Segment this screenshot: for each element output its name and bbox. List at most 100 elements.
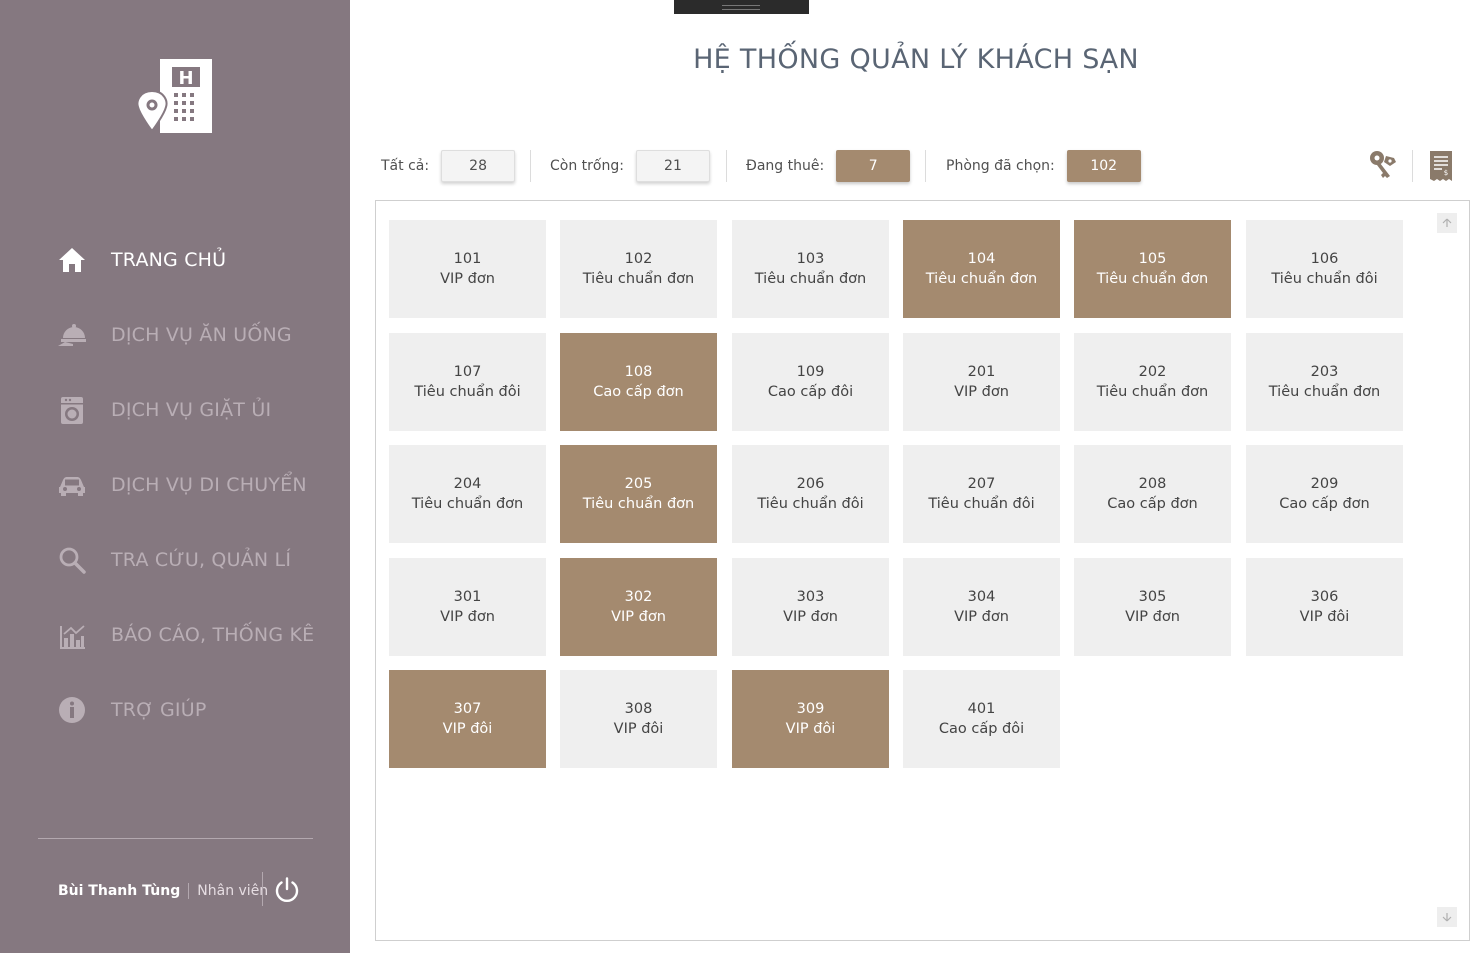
room-tile[interactable]: 206 Tiêu chuẩn đôi	[732, 445, 889, 543]
room-number: 401	[967, 701, 996, 717]
room-number: 207	[967, 476, 996, 492]
room-number: 103	[796, 251, 825, 267]
user-role: Nhân viên	[197, 883, 269, 899]
room-number: 205	[624, 476, 653, 492]
nav-transport-service[interactable]: DỊCH VỤ DI CHUYỂN	[55, 465, 345, 505]
room-number: 308	[624, 701, 653, 717]
nav-help[interactable]: TRỢ GIÚP	[55, 690, 345, 730]
room-type: VIP đơn	[611, 609, 666, 625]
nav-laundry-service[interactable]: DỊCH VỤ GIẶT ỦI	[55, 390, 345, 430]
room-tile[interactable]: 106 Tiêu chuẩn đôi	[1246, 220, 1403, 318]
room-tile[interactable]: 303 VIP đơn	[732, 558, 889, 656]
room-type: Cao cấp đơn	[593, 384, 684, 400]
room-tile[interactable]: 307 VIP đôi	[389, 670, 546, 768]
room-type: Cao cấp đôi	[767, 384, 854, 400]
room-tile[interactable]: 302 VIP đơn	[560, 558, 717, 656]
room-tile[interactable]: 306 VIP đôi	[1246, 558, 1403, 656]
power-icon[interactable]	[273, 876, 301, 904]
nav-search-manage[interactable]: TRA CỨU, QUẢN LÍ	[55, 540, 345, 580]
nav-food-service[interactable]: DỊCH VỤ ĂN UỐNG	[55, 315, 345, 355]
room-type: Tiêu chuẩn đơn	[925, 271, 1038, 287]
room-tile[interactable]: 205 Tiêu chuẩn đơn	[560, 445, 717, 543]
room-service-icon	[55, 318, 89, 352]
home-icon	[55, 243, 89, 277]
room-number: 109	[796, 364, 825, 380]
room-tile[interactable]: 204 Tiêu chuẩn đơn	[389, 445, 546, 543]
room-tile[interactable]: 203 Tiêu chuẩn đơn	[1246, 333, 1403, 431]
room-type: Tiêu chuẩn đơn	[1096, 384, 1209, 400]
room-number: 307	[453, 701, 482, 717]
nav-reports[interactable]: BÁO CÁO, THỐNG KÊ	[55, 615, 345, 655]
stat-total-value: 28	[441, 150, 516, 182]
room-tile[interactable]: 401 Cao cấp đôi	[903, 670, 1060, 768]
stat-total-label: Tất cả:	[381, 158, 430, 174]
room-number: 302	[624, 589, 653, 605]
stat-total: Tất cả: 28	[381, 150, 516, 182]
search-icon	[55, 543, 89, 577]
room-tile[interactable]: 304 VIP đơn	[903, 558, 1060, 656]
window-drag-handle[interactable]	[674, 0, 809, 14]
room-number: 209	[1310, 476, 1339, 492]
receipt-icon[interactable]: $	[1424, 148, 1458, 184]
room-number: 104	[967, 251, 996, 267]
room-type: VIP đôi	[785, 721, 836, 737]
nav-home-label: TRANG CHỦ	[111, 249, 227, 271]
room-tile[interactable]: 309 VIP đôi	[732, 670, 889, 768]
room-type: Tiêu chuẩn đơn	[1096, 271, 1209, 287]
room-tile[interactable]: 109 Cao cấp đôi	[732, 333, 889, 431]
toolbar-divider	[1412, 150, 1413, 182]
room-number: 107	[453, 364, 482, 380]
page-title: HỆ THỐNG QUẢN LÝ KHÁCH SẠN	[693, 44, 1139, 75]
room-number: 106	[1310, 251, 1339, 267]
nav-home[interactable]: TRANG CHỦ	[55, 240, 345, 280]
room-tile[interactable]: 105 Tiêu chuẩn đơn	[1074, 220, 1231, 318]
room-tile[interactable]: 108 Cao cấp đơn	[560, 333, 717, 431]
room-tile[interactable]: 301 VIP đơn	[389, 558, 546, 656]
nav-reports-label: BÁO CÁO, THỐNG KÊ	[111, 624, 315, 646]
room-number: 303	[796, 589, 825, 605]
room-tile[interactable]: 308 VIP đôi	[560, 670, 717, 768]
room-type: VIP đơn	[783, 609, 838, 625]
room-tile[interactable]: 104 Tiêu chuẩn đơn	[903, 220, 1060, 318]
room-type: Cao cấp đôi	[938, 721, 1025, 737]
room-type: Cao cấp đơn	[1279, 496, 1370, 512]
nav-food-service-label: DỊCH VỤ ĂN UỐNG	[111, 324, 292, 346]
room-tile[interactable]: 107 Tiêu chuẩn đôi	[389, 333, 546, 431]
scroll-up-button[interactable]	[1437, 213, 1457, 233]
car-icon	[55, 468, 89, 502]
nav-transport-service-label: DỊCH VỤ DI CHUYỂN	[111, 474, 307, 496]
room-type: Tiêu chuẩn đôi	[414, 384, 521, 400]
user-name: Bùi Thanh Tùng	[58, 883, 181, 899]
room-tile[interactable]: 201 VIP đơn	[903, 333, 1060, 431]
stat-free-value: 21	[635, 150, 710, 182]
stat-divider	[530, 150, 531, 182]
room-type: Cao cấp đơn	[1107, 496, 1198, 512]
room-number: 102	[624, 251, 653, 267]
room-tile[interactable]: 103 Tiêu chuẩn đơn	[732, 220, 889, 318]
room-type: VIP đơn	[440, 609, 495, 625]
stat-selected: Phòng đã chọn: 102	[946, 150, 1141, 182]
room-type: VIP đơn	[954, 384, 1009, 400]
room-type: Tiêu chuẩn đôi	[757, 496, 864, 512]
room-number: 105	[1138, 251, 1167, 267]
room-tile[interactable]: 207 Tiêu chuẩn đôi	[903, 445, 1060, 543]
room-tile[interactable]: 209 Cao cấp đơn	[1246, 445, 1403, 543]
room-number: 304	[967, 589, 996, 605]
room-number: 208	[1138, 476, 1167, 492]
nav-laundry-service-label: DỊCH VỤ GIẶT ỦI	[111, 399, 272, 421]
room-number: 108	[624, 364, 653, 380]
stat-divider	[726, 150, 727, 182]
room-tile[interactable]: 101 VIP đơn	[389, 220, 546, 318]
scroll-down-button[interactable]	[1437, 907, 1457, 927]
room-number: 204	[453, 476, 482, 492]
room-number: 201	[967, 364, 996, 380]
room-number: 203	[1310, 364, 1339, 380]
stat-rented: Đang thuê: 7	[746, 150, 911, 182]
room-number: 309	[796, 701, 825, 717]
keys-icon[interactable]	[1366, 148, 1400, 184]
room-tile[interactable]: 208 Cao cấp đơn	[1074, 445, 1231, 543]
sidebar: H TRANG CHỦ DỊCH VỤ ĂN UỐNG DỊCH VỤ GIẶT…	[0, 0, 350, 953]
room-tile[interactable]: 102 Tiêu chuẩn đơn	[560, 220, 717, 318]
room-tile[interactable]: 202 Tiêu chuẩn đơn	[1074, 333, 1231, 431]
room-tile[interactable]: 305 VIP đơn	[1074, 558, 1231, 656]
